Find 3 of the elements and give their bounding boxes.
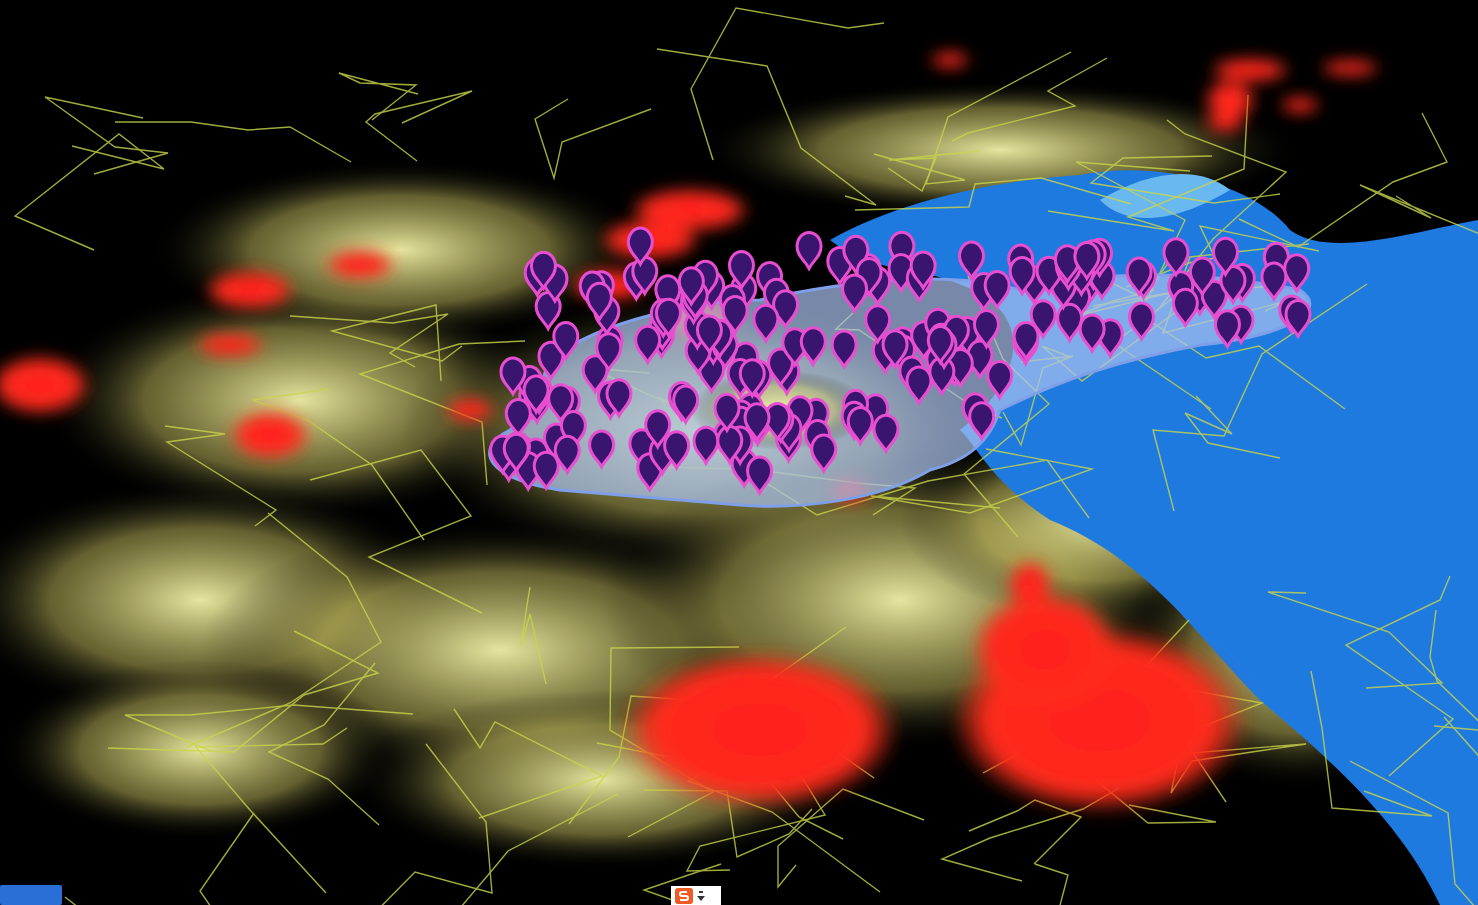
caret-icon[interactable] — [697, 889, 705, 902]
map-logo-icon — [0, 885, 62, 905]
ime-toolbar[interactable] — [671, 886, 721, 905]
